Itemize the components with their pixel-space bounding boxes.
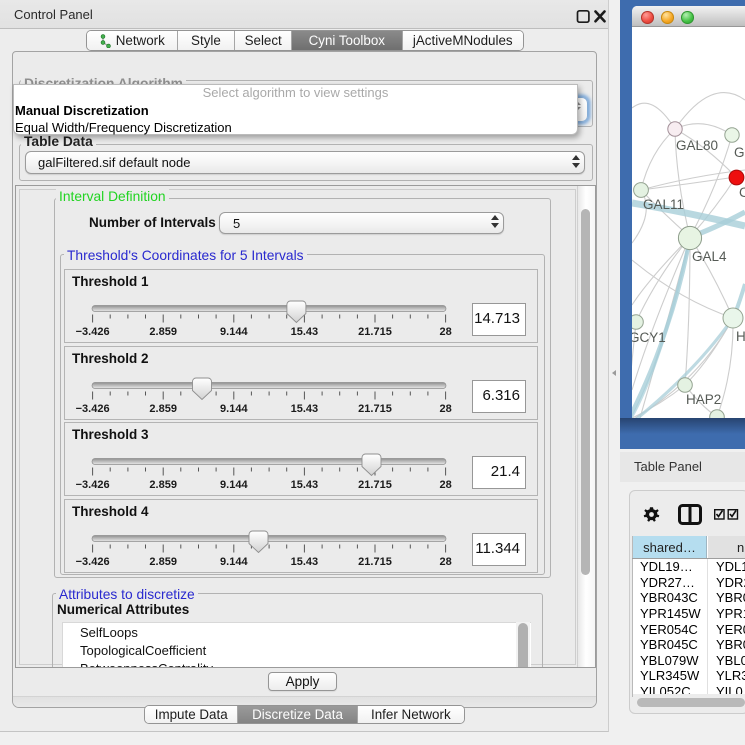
svg-text:9.144: 9.144 <box>220 326 248 338</box>
svg-text:HAP2: HAP2 <box>686 392 721 407</box>
svg-text:15.43: 15.43 <box>291 556 319 568</box>
svg-text:9.144: 9.144 <box>220 403 248 415</box>
svg-text:28: 28 <box>439 403 451 415</box>
svg-text:15.43: 15.43 <box>291 479 319 491</box>
svg-text:21.715: 21.715 <box>358 326 392 338</box>
svg-text:15.43: 15.43 <box>291 403 319 415</box>
svg-text:G: G <box>734 145 745 160</box>
svg-text:21.715: 21.715 <box>358 556 392 568</box>
svg-text:−3.426: −3.426 <box>76 403 110 415</box>
svg-text:2.859: 2.859 <box>149 326 177 338</box>
svg-text:21.715: 21.715 <box>358 479 392 491</box>
svg-text:28: 28 <box>439 556 451 568</box>
svg-text:GCY1: GCY1 <box>632 330 666 345</box>
svg-text:GAL11: GAL11 <box>643 197 684 212</box>
svg-text:2.859: 2.859 <box>149 556 177 568</box>
svg-text:−3.426: −3.426 <box>76 326 110 338</box>
svg-text:9.144: 9.144 <box>220 556 248 568</box>
svg-text:−3.426: −3.426 <box>76 556 110 568</box>
svg-text:21.715: 21.715 <box>358 403 392 415</box>
svg-text:GAL80: GAL80 <box>676 138 718 153</box>
svg-text:28: 28 <box>439 479 451 491</box>
svg-text:GAL4: GAL4 <box>692 249 727 264</box>
svg-text:9.144: 9.144 <box>220 479 248 491</box>
svg-text:H: H <box>736 329 745 344</box>
svg-text:28: 28 <box>439 326 451 338</box>
svg-text:C: C <box>739 185 745 200</box>
svg-text:2.859: 2.859 <box>149 403 177 415</box>
svg-text:2.859: 2.859 <box>149 479 177 491</box>
svg-text:−3.426: −3.426 <box>76 479 110 491</box>
svg-text:15.43: 15.43 <box>291 326 319 338</box>
